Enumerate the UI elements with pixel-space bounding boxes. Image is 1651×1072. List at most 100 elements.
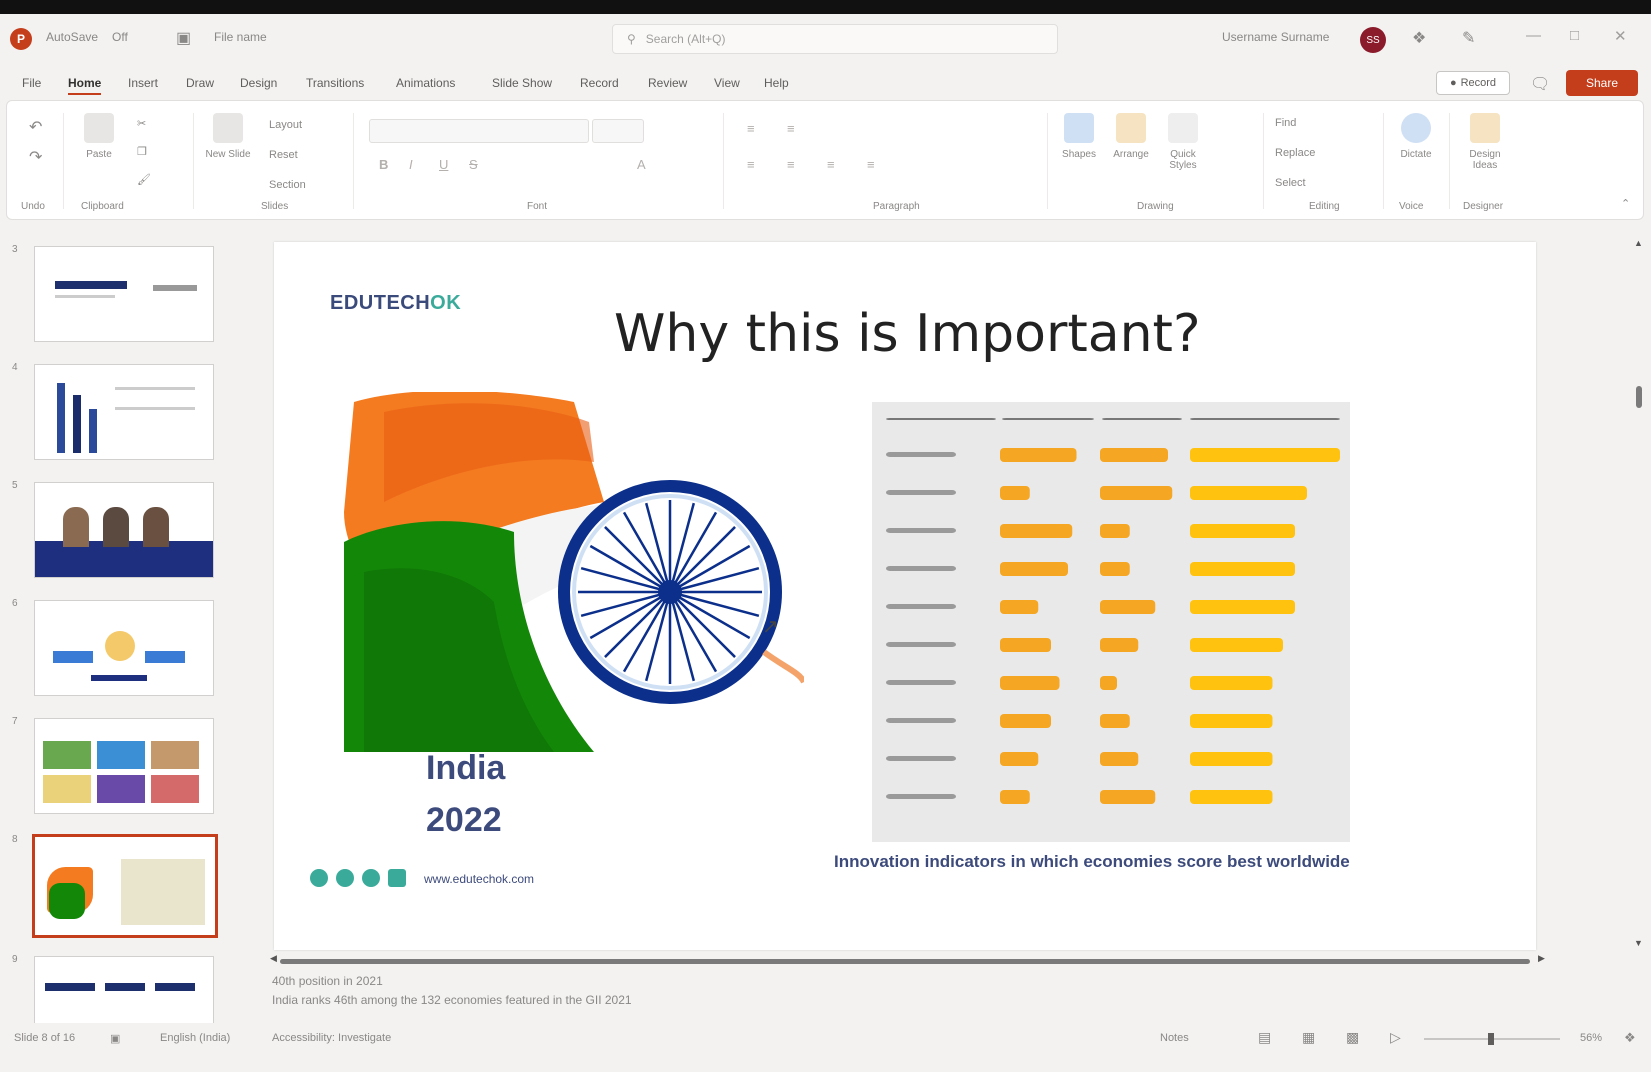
strikethrough-icon[interactable]: S [469,157,478,172]
spellcheck-icon[interactable]: ▣ [110,1032,120,1045]
new-slide-button[interactable]: New Slide [203,113,253,160]
notes-toggle[interactable]: Notes [1160,1032,1189,1044]
slide-sorter-icon[interactable]: ▦ [1302,1029,1315,1046]
underline-icon[interactable]: U [439,157,448,172]
cut-icon[interactable]: ✂ [137,117,146,130]
find-button[interactable]: Find [1275,117,1296,129]
twitter-icon[interactable] [336,869,354,887]
tab-review[interactable]: Review [648,76,687,90]
scroll-left-icon[interactable]: ◀ [270,953,277,964]
tab-slide-show[interactable]: Slide Show [492,76,552,90]
slideshow-icon[interactable]: ▷ [1390,1029,1401,1046]
format-painter-icon[interactable]: 🖌 [137,173,151,186]
zoom-slider-knob[interactable] [1488,1033,1494,1045]
record-button[interactable]: ● Record [1436,71,1510,95]
align-left-icon[interactable]: ≡ [747,157,755,172]
file-name[interactable]: File name [214,30,267,44]
minimize-icon[interactable]: — [1526,27,1541,44]
tab-draw[interactable]: Draw [186,76,214,90]
innovation-chart-image[interactable] [872,402,1350,842]
replace-button[interactable]: Replace [1275,147,1315,159]
linkedin-icon[interactable] [388,869,406,887]
status-bar: Slide 8 of 16 ▣ English (India) Accessib… [0,1026,1651,1052]
slide-thumbnail-5[interactable] [34,482,214,578]
autosave-toggle[interactable]: Off [112,30,128,44]
font-color-icon[interactable]: A [637,157,646,172]
slide-thumbnail-9[interactable] [34,956,214,1023]
accessibility-status[interactable]: Accessibility: Investigate [272,1032,391,1044]
scrollbar-thumb[interactable] [280,959,1530,964]
tab-animations[interactable]: Animations [396,76,455,90]
bar-col1 [1000,562,1068,576]
paste-button[interactable]: Paste [77,113,121,160]
website-url: www.edutechok.com [424,872,535,886]
search-input[interactable]: ⚲ Search (Alt+Q) [612,24,1058,54]
scroll-right-icon[interactable]: ▶ [1538,953,1545,964]
reset-button[interactable]: Reset [269,149,298,161]
vertical-scrollbar[interactable]: ▲ ▼ [1632,238,1646,958]
row-label-placeholder [886,756,956,761]
italic-icon[interactable]: I [409,157,413,172]
tab-help[interactable]: Help [764,76,789,90]
scroll-down-icon[interactable]: ▼ [1634,938,1643,948]
slide-thumbnail-6[interactable] [34,600,214,696]
collapse-ribbon-icon[interactable]: ⌃ [1621,197,1630,210]
premium-diamond-icon[interactable]: ❖ [1412,28,1426,48]
bar-col1 [1000,448,1077,462]
justify-icon[interactable]: ≡ [867,157,875,172]
comments-icon[interactable]: 🗨 [1530,74,1550,94]
font-family-select[interactable] [369,119,589,143]
arrange-button[interactable]: Arrange [1107,113,1155,160]
avatar[interactable]: SS [1360,27,1386,53]
tab-view[interactable]: View [714,76,740,90]
bullets-icon[interactable]: ≡ [747,121,755,136]
tab-home[interactable]: Home [68,76,102,95]
tab-design[interactable]: Design [240,76,277,90]
speaker-notes[interactable]: 40th position in 2021 India ranks 46th a… [270,972,1632,1022]
designer-label: Design Ideas [1469,149,1501,171]
india-flag-illustration[interactable] [344,392,804,752]
select-button[interactable]: Select [1275,177,1306,189]
tab-file[interactable]: File [22,76,41,90]
fit-to-window-icon[interactable]: ❖ [1624,1030,1636,1046]
slide-thumbnail-8-selected[interactable] [32,834,218,938]
save-icon[interactable]: ▣ [176,28,191,48]
scrollbar-thumb[interactable] [1636,386,1642,408]
font-size-select[interactable] [592,119,644,143]
align-right-icon[interactable]: ≡ [827,157,835,172]
scroll-up-icon[interactable]: ▲ [1634,238,1643,248]
bold-icon[interactable]: B [379,157,388,172]
shapes-button[interactable]: Shapes [1057,113,1101,160]
instagram-icon[interactable] [362,869,380,887]
reading-view-icon[interactable]: ▩ [1346,1029,1359,1046]
copy-icon[interactable]: ❐ [137,145,147,158]
close-icon[interactable]: ✕ [1614,27,1627,45]
language-indicator[interactable]: English (India) [160,1032,230,1044]
align-center-icon[interactable]: ≡ [787,157,795,172]
slide-canvas[interactable]: EDUTECHOK Why this is Important? India 2… [274,242,1536,950]
share-button[interactable]: Share [1566,70,1638,96]
undo-icon[interactable]: ↶ [29,117,42,137]
designer-button[interactable]: Design Ideas [1457,113,1513,171]
slide-thumbnail-7[interactable] [34,718,214,814]
dictate-button[interactable]: Dictate [1393,113,1439,160]
autosave-label[interactable]: AutoSave [46,30,98,44]
redo-icon[interactable]: ↷ [29,147,42,167]
horizontal-scrollbar[interactable]: ◀ ▶ [270,953,1548,966]
pen-icon[interactable]: ✎ [1462,28,1475,48]
section-button[interactable]: Section [269,179,306,191]
user-name[interactable]: Username Surname [1222,30,1329,44]
layout-button[interactable]: Layout [269,119,302,131]
slide-thumbnail-3[interactable] [34,246,214,342]
zoom-level[interactable]: 56% [1580,1032,1602,1044]
facebook-icon[interactable] [310,869,328,887]
slide-thumbnail-4[interactable] [34,364,214,460]
slide-title[interactable]: Why this is Important? [614,304,1201,364]
tab-record[interactable]: Record [580,76,619,90]
numbering-icon[interactable]: ≡ [787,121,795,136]
normal-view-icon[interactable]: ▤ [1258,1029,1271,1046]
quick-styles-button[interactable]: Quick Styles [1159,113,1207,171]
tab-transitions[interactable]: Transitions [306,76,364,90]
tab-insert[interactable]: Insert [128,76,158,90]
maximize-icon[interactable]: □ [1570,27,1579,44]
